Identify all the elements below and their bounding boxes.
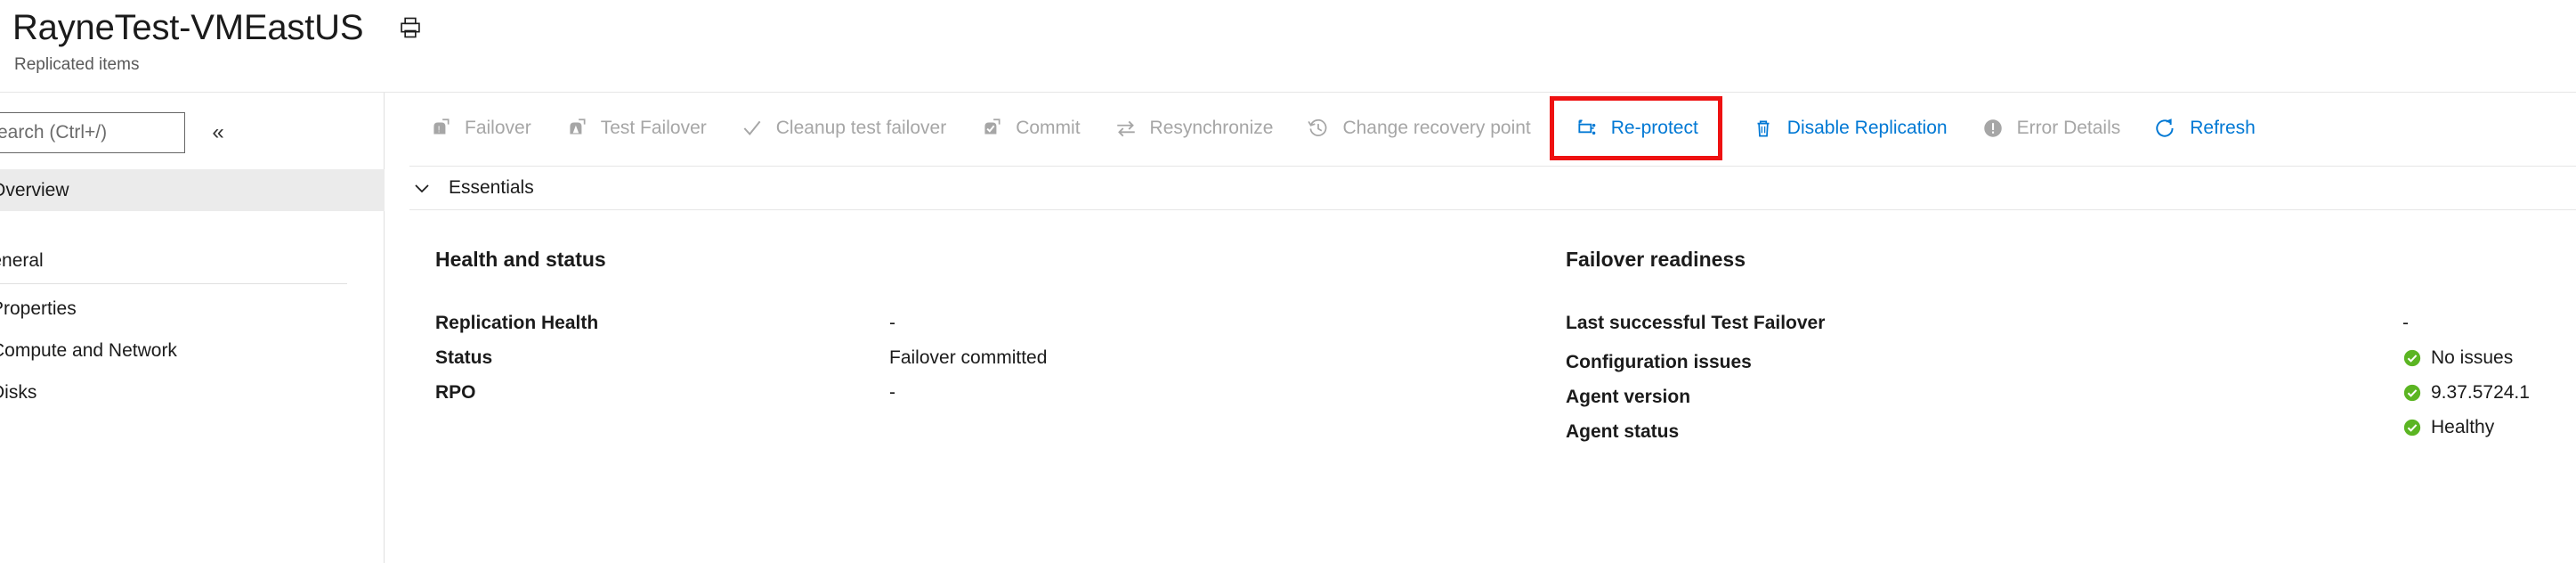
overview-content: Health and status Replication Health - S… — [385, 210, 2576, 563]
field-value: Failover committed — [889, 347, 1048, 368]
health-and-status-section: Health and status Replication Health - S… — [435, 210, 1236, 417]
list-item: Agent version 9.37.5724.1 — [1566, 382, 2545, 417]
commit-button[interactable]: Commit — [969, 103, 1089, 153]
page-title: RayneTest-VMEastUS — [12, 8, 364, 47]
sidebar-item-label: Compute and Network — [0, 339, 177, 361]
title-row: RayneTest-VMEastUS — [12, 7, 424, 48]
resynchronize-icon — [1113, 115, 1139, 142]
list-item: Configuration issues No issues — [1566, 347, 2545, 382]
list-item: Last successful Test Failover - — [1566, 313, 2545, 347]
sidebar-item-label: Properties — [0, 298, 77, 319]
sidebar-divider — [0, 283, 347, 284]
status-text: 9.37.5724.1 — [2431, 382, 2530, 403]
field-label: RPO — [435, 382, 476, 403]
disable-replication-label: Disable Replication — [1786, 118, 1948, 138]
error-details-label: Error Details — [2016, 118, 2121, 138]
field-label: Last successful Test Failover — [1566, 313, 1826, 333]
chevron-down-icon — [409, 175, 434, 200]
status-ok-icon — [2402, 418, 2422, 437]
list-item: RPO - — [435, 382, 1236, 417]
list-item: Replication Health - — [435, 313, 1236, 347]
field-value: - — [889, 313, 895, 333]
checkmark-icon — [739, 115, 766, 142]
svg-text:!: ! — [438, 125, 441, 135]
resynchronize-label: Resynchronize — [1149, 118, 1274, 138]
list-item: Status Failover committed — [435, 347, 1236, 382]
error-icon — [1980, 115, 2006, 142]
cleanup-test-failover-button[interactable]: Cleanup test failover — [730, 103, 955, 153]
status-ok-icon — [2402, 383, 2422, 403]
sidebar-section-label: General — [0, 250, 44, 271]
sidebar-item-label: Overview — [0, 179, 69, 200]
status-text: No issues — [2431, 347, 2514, 368]
cleanup-test-failover-label: Cleanup test failover — [775, 118, 947, 138]
field-value-wrap: Healthy — [2402, 417, 2494, 438]
change-recovery-point-label: Change recovery point — [1342, 118, 1531, 138]
essentials-toggle[interactable]: Essentials — [385, 167, 2576, 209]
sidebar: « Overview General Properties Compute an… — [0, 93, 385, 563]
failover-readiness-section: Failover readiness Last successful Test … — [1566, 210, 2545, 452]
status-ok-icon — [2402, 348, 2422, 368]
re-protect-button[interactable]: Re-protect — [1549, 96, 1722, 160]
change-recovery-point-button[interactable]: Change recovery point — [1296, 103, 1539, 153]
disable-replication-button[interactable]: Disable Replication — [1741, 103, 1956, 153]
sidebar-item-label: Disks — [0, 381, 37, 403]
list-item: Agent status Healthy — [1566, 417, 2545, 452]
page-subtitle: Replicated items — [14, 55, 140, 74]
commit-icon — [978, 115, 1005, 142]
search-input[interactable] — [0, 112, 185, 153]
essentials-label: Essentials — [449, 177, 534, 198]
section-heading: Health and status — [435, 248, 606, 271]
field-value-wrap: No issues — [2402, 347, 2513, 369]
sidebar-section-general: General — [0, 227, 385, 277]
trash-icon — [1750, 115, 1777, 142]
test-failover-icon — [563, 115, 590, 142]
search-box[interactable] — [0, 112, 185, 153]
field-label: Status — [435, 347, 493, 368]
sidebar-item-compute-and-network[interactable]: Compute and Network — [0, 330, 385, 371]
command-bar: ! Failover Test Failover Cleanup test fa… — [385, 93, 2576, 164]
failover-readiness-list: Last successful Test Failover - Configur… — [1566, 313, 2545, 452]
health-and-status-list: Replication Health - Status Failover com… — [435, 313, 1236, 417]
failover-label: Failover — [465, 118, 531, 138]
field-label: Replication Health — [435, 313, 599, 333]
collapse-sidebar-button[interactable]: « — [203, 118, 233, 148]
field-label: Agent version — [1566, 387, 1691, 407]
sidebar-item-properties[interactable]: Properties — [0, 288, 385, 330]
print-icon[interactable] — [397, 14, 424, 41]
re-protect-icon — [1574, 115, 1600, 142]
status-text: Healthy — [2431, 417, 2495, 437]
test-failover-label: Test Failover — [600, 118, 707, 138]
failover-icon: ! — [427, 115, 454, 142]
refresh-icon — [2152, 115, 2179, 142]
sidebar-nav: Overview General Properties Compute and … — [0, 169, 385, 413]
page-header: RayneTest-VMEastUS Replicated items — [0, 0, 2576, 93]
failover-button[interactable]: ! Failover — [418, 103, 540, 153]
test-failover-button[interactable]: Test Failover — [555, 103, 716, 153]
sidebar-item-disks[interactable]: Disks — [0, 371, 385, 413]
field-value-wrap: 9.37.5724.1 — [2402, 382, 2530, 404]
field-label: Configuration issues — [1566, 352, 1752, 372]
clock-history-icon — [1305, 115, 1332, 142]
error-details-button[interactable]: Error Details — [1971, 103, 2130, 153]
field-value: - — [889, 382, 895, 403]
refresh-button[interactable]: Refresh — [2143, 103, 2264, 153]
field-value: - — [2402, 313, 2409, 333]
field-label: Agent status — [1566, 421, 1680, 442]
section-heading: Failover readiness — [1566, 248, 1746, 271]
resynchronize-button[interactable]: Resynchronize — [1104, 103, 1283, 153]
commit-label: Commit — [1016, 118, 1081, 138]
refresh-label: Refresh — [2190, 118, 2256, 138]
re-protect-label: Re-protect — [1610, 118, 1698, 138]
sidebar-item-overview[interactable]: Overview — [0, 169, 385, 211]
